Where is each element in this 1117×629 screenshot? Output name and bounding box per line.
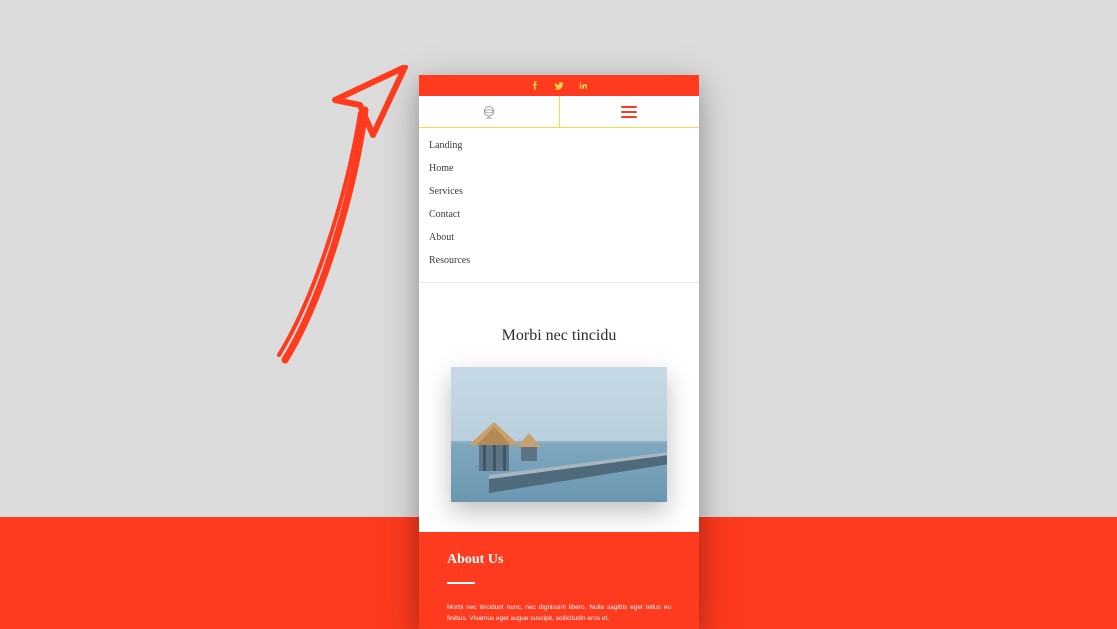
- about-body: Morbi nec tincidunt nunc, nec dignissim …: [447, 602, 671, 624]
- mobile-header: [419, 96, 699, 128]
- nav-item-home[interactable]: Home: [419, 157, 699, 180]
- about-divider: [447, 582, 475, 584]
- hero-image: [451, 367, 667, 502]
- annotation-arrow: [265, 65, 425, 365]
- nav-item-landing[interactable]: Landing: [419, 134, 699, 157]
- twitter-icon[interactable]: [554, 81, 564, 91]
- hamburger-icon: [621, 106, 637, 118]
- hero-title: Morbi nec tincidu: [437, 327, 681, 345]
- nav-item-contact[interactable]: Contact: [419, 203, 699, 226]
- hero-section: Morbi nec tincidu: [419, 283, 699, 512]
- hero-image-card: [451, 367, 667, 502]
- nav-item-about[interactable]: About: [419, 226, 699, 249]
- logo-icon: [480, 103, 498, 121]
- about-title: About Us: [447, 552, 671, 568]
- logo-cell[interactable]: [419, 96, 560, 127]
- facebook-icon[interactable]: [530, 81, 540, 91]
- nav-item-services[interactable]: Services: [419, 180, 699, 203]
- mobile-nav: Landing Home Services Contact About Reso…: [419, 128, 699, 283]
- nav-item-resources[interactable]: Resources: [419, 249, 699, 272]
- linkedin-icon[interactable]: [578, 81, 588, 91]
- mobile-preview: Landing Home Services Contact About Reso…: [419, 75, 699, 629]
- page-background: Landing Home Services Contact About Reso…: [0, 0, 1117, 629]
- social-bar: [419, 75, 699, 96]
- about-section: About Us Morbi nec tincidunt nunc, nec d…: [419, 532, 699, 629]
- menu-toggle[interactable]: [560, 96, 700, 127]
